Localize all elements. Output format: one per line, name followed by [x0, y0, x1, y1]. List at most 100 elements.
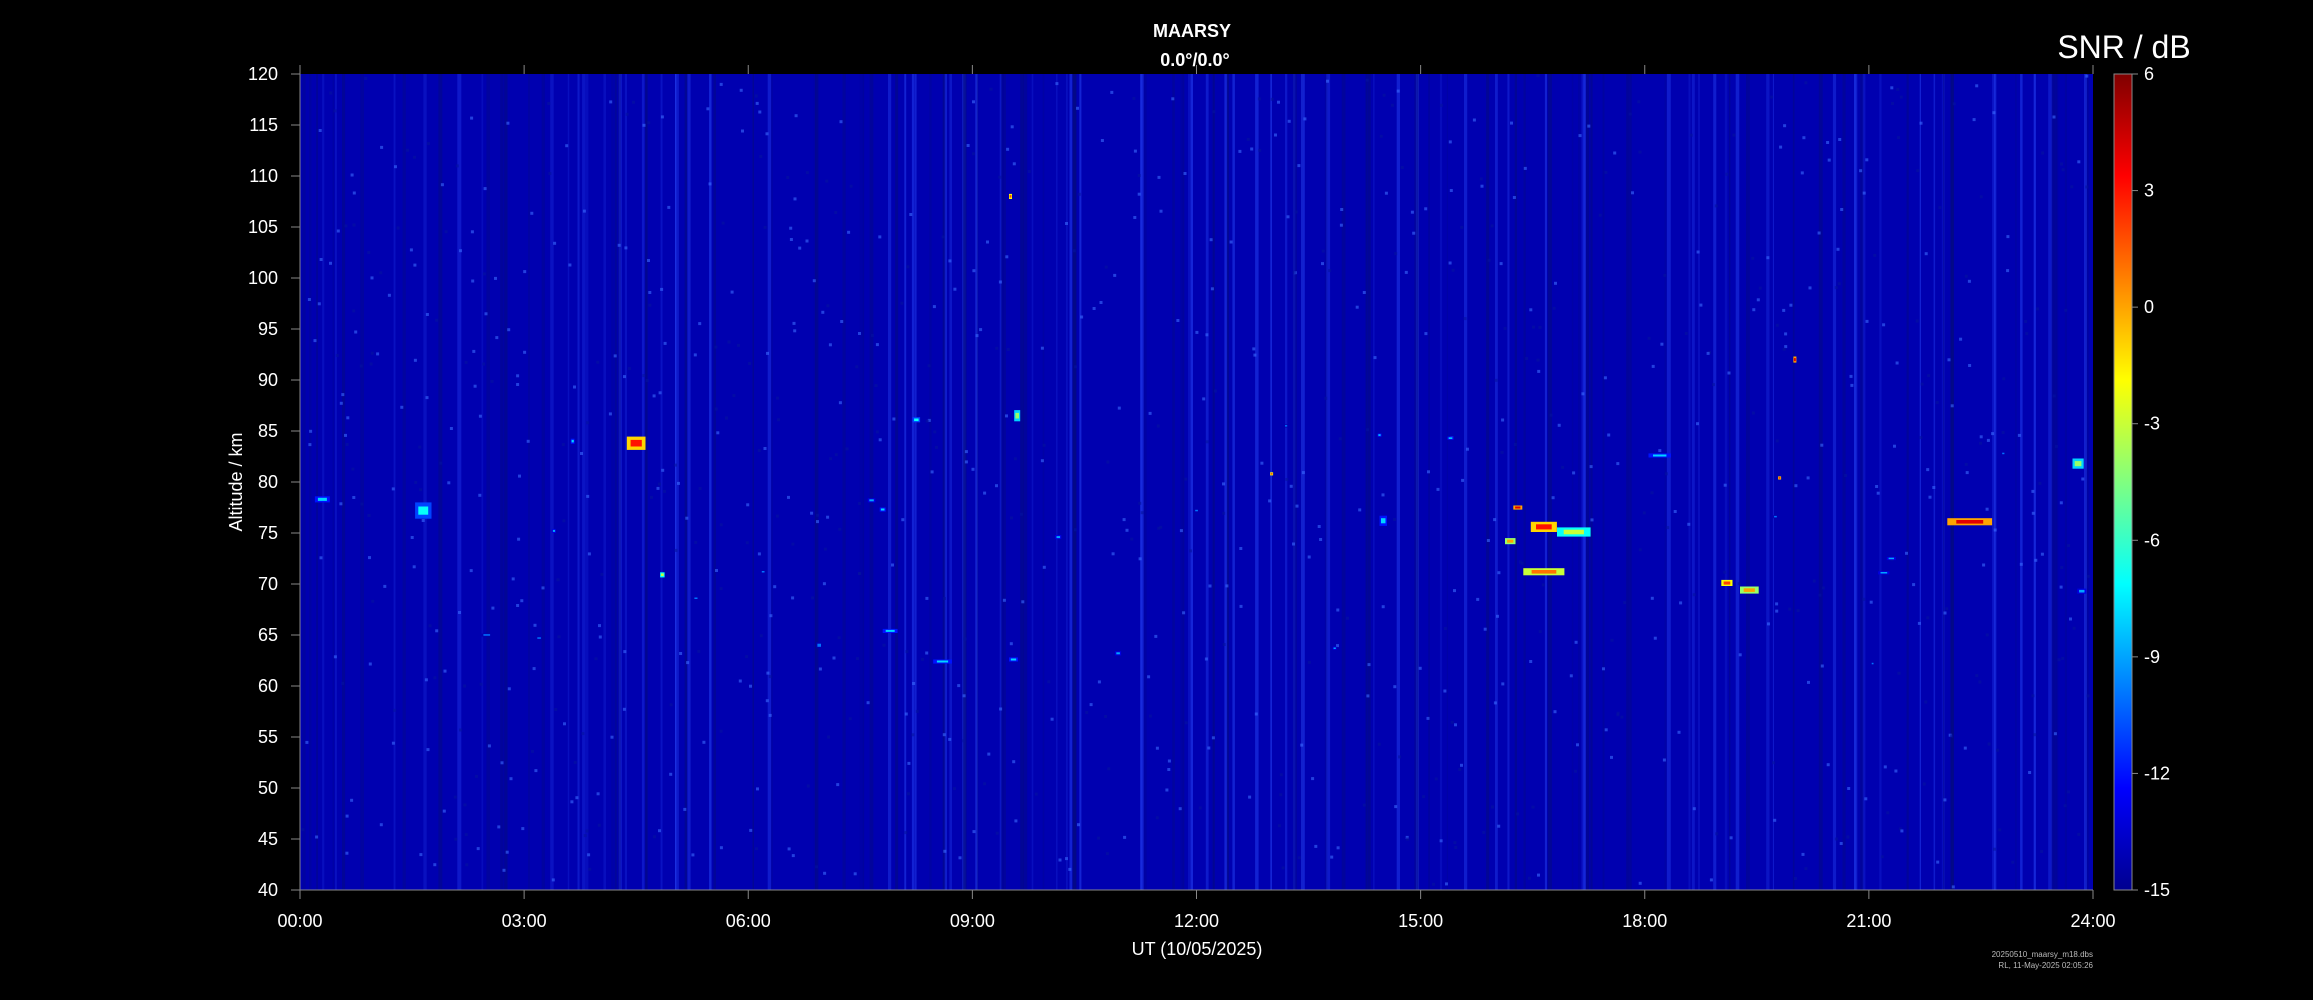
noise-stripe — [1713, 74, 1717, 890]
noise-speckle-dot — [941, 235, 945, 239]
noise-speckle-dot — [391, 487, 395, 491]
echo-core — [1195, 509, 1198, 512]
noise-speckle-dot — [554, 708, 558, 711]
noise-speckle-dot — [816, 513, 820, 517]
noise-speckle-dot — [1340, 208, 1344, 211]
noise-speckle-dot — [1610, 638, 1614, 642]
noise-speckle-dot — [677, 481, 680, 485]
noise-speckle-dot — [617, 243, 621, 247]
noise-speckle-dot — [901, 518, 905, 522]
noise-speckle-dot — [453, 795, 457, 799]
noise-stripe — [1396, 74, 1400, 890]
noise-speckle-dot — [1125, 528, 1129, 532]
echo-core — [537, 637, 541, 639]
noise-speckle-dot — [627, 367, 631, 370]
noise-stripe — [944, 74, 947, 890]
noise-speckle-dot — [344, 224, 348, 228]
noise-speckle-dot — [791, 542, 795, 546]
noise-speckle-dot — [484, 312, 488, 316]
noise-speckle-dot — [1147, 675, 1151, 679]
echo-core — [1743, 588, 1755, 592]
noise-speckle-dot — [815, 865, 819, 869]
echo-core — [1774, 515, 1777, 518]
noise-speckle-dot — [1784, 332, 1788, 336]
x-tick-label: 09:00 — [950, 911, 995, 931]
noise-speckle-dot — [1840, 208, 1844, 211]
noise-speckle-dot — [459, 728, 463, 732]
noise-speckle-dot — [491, 606, 495, 610]
noise-speckle-dot — [789, 238, 793, 241]
noise-speckle-dot — [1167, 759, 1171, 763]
chart-title: MAARSY — [1153, 21, 1231, 41]
noise-speckle-dot — [1905, 551, 1908, 555]
noise-speckle-dot — [1696, 250, 1700, 254]
noise-speckle-dot — [1133, 149, 1137, 153]
noise-speckle-dot — [1483, 627, 1487, 631]
noise-speckle-dot — [1338, 437, 1342, 441]
noise-speckle-dot — [344, 433, 347, 437]
noise-speckle-dot — [526, 439, 530, 443]
noise-speckle-dot — [904, 712, 908, 716]
noise-speckle-dot — [1706, 351, 1710, 355]
noise-speckle-dot — [1412, 231, 1416, 235]
noise-speckle-dot — [2034, 558, 2038, 562]
echo-core — [1536, 524, 1552, 530]
noise-speckle-dot — [769, 614, 773, 618]
noise-speckle-dot — [2017, 433, 2021, 437]
noise-speckle-dot — [1806, 476, 1810, 480]
noise-speckle-dot — [534, 769, 538, 773]
noise-stripe — [550, 74, 554, 890]
noise-speckle-dot — [878, 438, 882, 442]
noise-speckle-dot — [1574, 640, 1578, 644]
noise-speckle-dot — [698, 322, 702, 326]
noise-speckle-dot — [1085, 711, 1089, 714]
noise-speckle-dot — [866, 701, 870, 705]
noise-speckle-dot — [933, 430, 937, 434]
noise-speckle-dot — [1616, 713, 1620, 717]
noise-stripe — [1933, 74, 1936, 890]
noise-speckle-dot — [1658, 449, 1662, 453]
noise-speckle-dot — [2028, 771, 2032, 774]
noise-speckle-dot — [787, 847, 791, 851]
noise-speckle-dot — [2011, 860, 2015, 864]
noise-speckle-dot — [319, 258, 323, 261]
noise-speckle-dot — [995, 346, 999, 350]
noise-speckle-dot — [464, 360, 468, 364]
noise-stripe — [1862, 74, 1866, 890]
noise-speckle-dot — [1336, 644, 1339, 648]
noise-speckle-dot — [369, 362, 373, 366]
noise-speckle-dot — [1820, 443, 1824, 447]
noise-speckle-dot — [1581, 392, 1585, 396]
noise-speckle-dot — [449, 427, 453, 430]
noise-speckle-dot — [609, 100, 613, 104]
noise-speckle-dot — [1775, 323, 1779, 327]
noise-speckle-dot — [1979, 195, 1983, 199]
noise-stripe — [713, 74, 716, 890]
noise-speckle-dot — [2055, 444, 2058, 448]
noise-speckle-dot — [858, 332, 861, 335]
noise-speckle-dot — [1967, 279, 1971, 283]
noise-speckle-dot — [849, 184, 853, 188]
noise-speckle-dot — [319, 556, 323, 560]
echo-core — [1333, 647, 1336, 649]
noise-speckle-dot — [998, 175, 1002, 179]
noise-speckle-dot — [2077, 160, 2081, 164]
noise-speckle-dot — [983, 782, 987, 786]
noise-stripe — [1172, 74, 1175, 890]
noise-speckle-dot — [1176, 319, 1180, 322]
noise-speckle-dot — [1993, 847, 1996, 851]
echo-core — [761, 571, 765, 573]
noise-speckle-dot — [1258, 148, 1262, 152]
echo-core — [1888, 557, 1894, 560]
noise-speckle-dot — [1837, 282, 1841, 286]
noise-speckle-dot — [1005, 414, 1008, 418]
noise-speckle-dot — [506, 121, 510, 125]
noise-speckle-dot — [1195, 330, 1199, 334]
noise-speckle-dot — [669, 703, 673, 707]
colorbar-tick-label: -9 — [2144, 647, 2160, 667]
noise-speckle-dot — [1106, 460, 1110, 464]
noise-speckle-dot — [2067, 790, 2070, 794]
noise-speckle-dot — [1738, 653, 1742, 657]
noise-speckle-dot — [2081, 477, 2085, 481]
noise-speckle-dot — [1268, 499, 1272, 503]
